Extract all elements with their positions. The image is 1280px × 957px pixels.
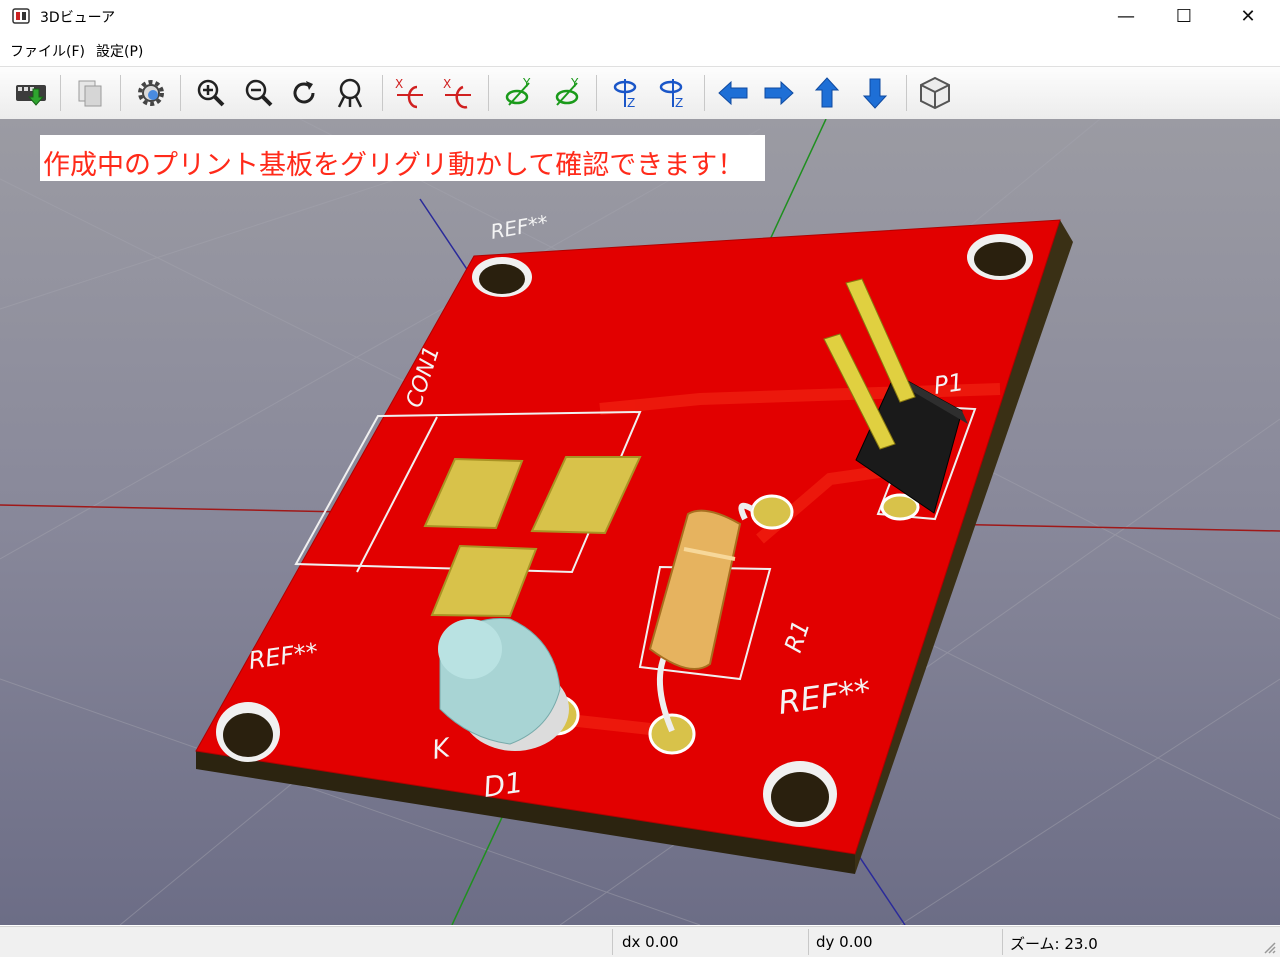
annotation-banner: 作成中のプリント基板をグリグリ動かして確認できます！ <box>40 135 765 181</box>
rotate-x-ccw-icon: X <box>443 77 471 109</box>
close-button[interactable]: ✕ <box>1218 0 1278 32</box>
move-up-icon <box>814 77 840 108</box>
copy-image-icon <box>78 80 102 107</box>
svg-text:X: X <box>443 77 451 91</box>
svg-text:Z: Z <box>627 96 635 110</box>
maximize-button[interactable]: ☐ <box>1154 0 1214 32</box>
orthographic-toggle-button[interactable] <box>914 71 956 115</box>
ref-label-top: REF** <box>489 210 550 244</box>
rotate-x-cw-button[interactable]: X <box>390 71 432 115</box>
svg-text:Z: Z <box>675 96 683 110</box>
move-left-icon <box>718 80 748 106</box>
move-down-button[interactable] <box>854 71 896 115</box>
rotate-z-ccw-button[interactable]: Z <box>652 71 694 115</box>
zoom-in-icon <box>197 79 225 107</box>
menu-file[interactable]: ファイル(F) <box>10 41 85 61</box>
move-right-icon <box>764 80 794 106</box>
status-separator <box>808 929 809 955</box>
settings-button[interactable] <box>130 71 172 115</box>
toolbar-separator <box>382 75 383 111</box>
svg-text:X: X <box>395 77 403 91</box>
toolbar: X X Y Y Z Z <box>0 66 1280 120</box>
rotate-z-ccw-icon: Z <box>659 79 683 110</box>
zoom-out-icon <box>245 79 273 107</box>
menu-preferences[interactable]: 設定(P) <box>96 41 143 61</box>
reload-board-icon <box>16 85 46 106</box>
pcb-3d-scene: REF** REF** REF** CON1 P1 R1 D1 K <box>0 119 1280 925</box>
rotate-z-cw-icon: Z <box>613 79 637 110</box>
toolbar-separator <box>704 75 705 111</box>
status-separator <box>612 929 613 955</box>
move-left-button[interactable] <box>712 71 754 115</box>
toolbar-separator <box>488 75 489 111</box>
d1-label: D1 <box>481 766 525 804</box>
resize-grip-icon[interactable] <box>1262 940 1276 954</box>
status-dx: dx 0.00 <box>622 933 679 951</box>
rotate-y-cw-icon: Y <box>505 76 531 106</box>
settings-gear-icon <box>138 80 164 106</box>
rotate-x-cw-icon: X <box>395 77 423 109</box>
title-bar: 3Dビューア — ☐ ✕ <box>0 0 1280 32</box>
toolbar-separator <box>180 75 181 111</box>
annotation-text: 作成中のプリント基板をグリグリ動かして確認できます！ <box>43 150 745 181</box>
copy-image-button[interactable] <box>70 71 112 115</box>
move-right-button[interactable] <box>758 71 800 115</box>
rotate-y-cw-button[interactable]: Y <box>498 71 540 115</box>
rotate-y-ccw-icon: Y <box>555 76 579 106</box>
toolbar-separator <box>596 75 597 111</box>
status-separator <box>1002 929 1003 955</box>
window-title: 3Dビューア <box>40 10 116 26</box>
zoom-fit-button[interactable] <box>330 71 372 115</box>
status-zoom: ズーム: 23.0 <box>1010 935 1098 953</box>
toolbar-separator <box>60 75 61 111</box>
rotate-z-cw-button[interactable]: Z <box>604 71 646 115</box>
zoom-in-button[interactable] <box>190 71 232 115</box>
3d-viewport[interactable]: REF** REF** REF** CON1 P1 R1 D1 K 作成中のプリ… <box>0 119 1280 925</box>
reload-board-button[interactable] <box>10 71 52 115</box>
move-down-icon <box>862 78 888 109</box>
move-up-button[interactable] <box>806 71 848 115</box>
redraw-icon <box>293 81 315 104</box>
app-3d-viewer-icon <box>12 8 30 24</box>
minimize-button[interactable]: — <box>1096 0 1156 32</box>
pcb-board <box>195 219 1061 855</box>
rotate-y-ccw-button[interactable]: Y <box>546 71 588 115</box>
orthographic-cube-icon <box>920 76 950 110</box>
rotate-x-ccw-button[interactable]: X <box>438 71 480 115</box>
toolbar-separator <box>120 75 121 111</box>
status-dy: dy 0.00 <box>816 933 873 951</box>
p1-label: P1 <box>932 368 965 400</box>
redraw-button[interactable] <box>284 71 326 115</box>
zoom-out-button[interactable] <box>238 71 280 115</box>
status-bar: dx 0.00 dy 0.00 ズーム: 23.0 <box>0 926 1280 957</box>
toolbar-separator <box>906 75 907 111</box>
zoom-fit-icon <box>337 78 363 108</box>
menu-bar: ファイル(F) 設定(P) <box>0 38 1280 64</box>
